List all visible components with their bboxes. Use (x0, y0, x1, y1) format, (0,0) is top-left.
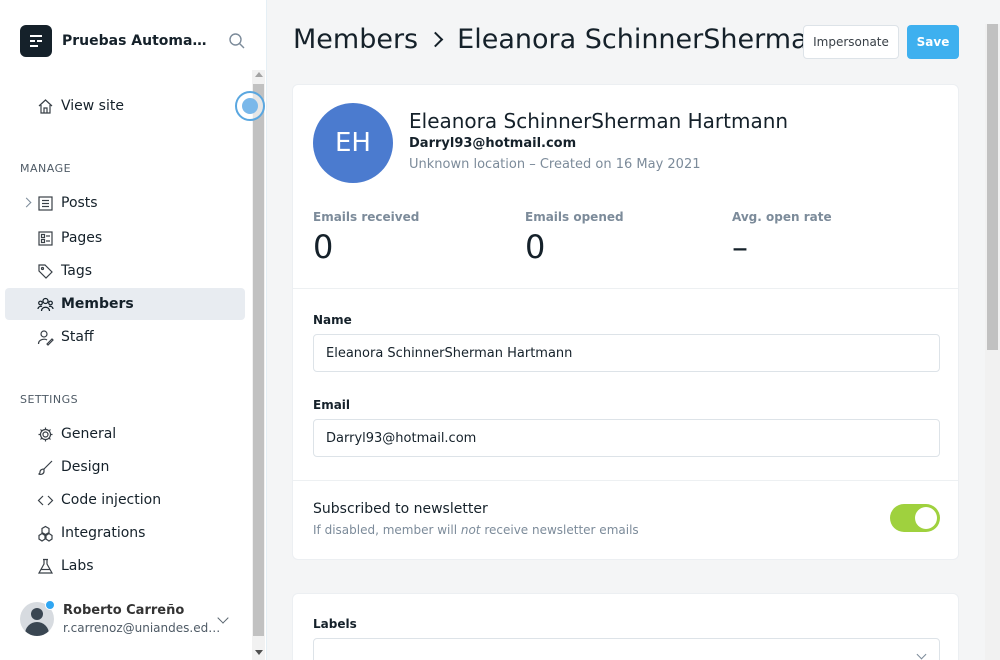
impersonate-button[interactable]: Impersonate (803, 25, 899, 59)
newsletter-toggle[interactable] (890, 504, 940, 532)
nav-label: Members (61, 296, 134, 312)
nav-view-site[interactable]: View site (5, 90, 245, 122)
labels-select[interactable] (313, 638, 940, 660)
tag-icon (38, 264, 53, 279)
site-title: Pruebas Automatización (62, 33, 212, 49)
nav-label: Pages (61, 230, 103, 246)
divider (293, 480, 958, 481)
stat-label: Avg. open rate (732, 210, 832, 224)
pages-icon (38, 231, 53, 246)
stat-value: 0 (525, 228, 546, 266)
user-email: r.carrenoz@uniandes.edu.co (63, 621, 223, 635)
stat-label: Emails opened (525, 210, 624, 224)
posts-icon (38, 196, 53, 211)
member-profile-card: EH Eleanora SchinnerSherman Hartmann Dar… (292, 84, 959, 560)
nav-integrations[interactable]: Integrations (5, 517, 245, 549)
nav-label: Staff (61, 329, 94, 345)
nav-label: View site (61, 98, 124, 114)
nav-members[interactable]: Members (5, 288, 245, 320)
save-button[interactable]: Save (907, 25, 959, 59)
manage-section-title: MANAGE (20, 162, 72, 175)
nav-code-injection[interactable]: Code injection (5, 484, 245, 516)
nav-label: Labs (61, 558, 94, 574)
chevron-down-icon (916, 649, 927, 660)
stat-label: Emails received (313, 210, 420, 224)
labels-label: Labels (313, 617, 357, 631)
sidebar-scrollbar[interactable] (252, 70, 265, 660)
member-full-name: Eleanora SchinnerSherman Hartmann (409, 109, 789, 133)
gear-icon (38, 427, 53, 442)
cursor-indicator (235, 91, 265, 121)
page-title: Eleanora SchinnerSherman (457, 24, 825, 55)
nav-label: Design (61, 459, 110, 475)
divider (293, 288, 958, 289)
name-input[interactable] (313, 334, 940, 372)
breadcrumb-members-link[interactable]: Members (293, 24, 418, 55)
scrollbar-thumb[interactable] (253, 84, 264, 636)
main-scrollbar[interactable] (985, 24, 1000, 660)
email-input[interactable] (313, 419, 940, 457)
newsletter-title: Subscribed to newsletter (313, 501, 488, 517)
member-meta: Unknown location – Created on 16 May 202… (409, 157, 701, 172)
settings-section-title: SETTINGS (20, 393, 79, 406)
nav-label: Posts (61, 195, 98, 211)
nav-general[interactable]: General (5, 418, 245, 450)
stat-open-rate: Avg. open rate – (732, 210, 832, 266)
staff-icon (37, 330, 54, 346)
user-menu[interactable]: Roberto Carreño r.carrenoz@uniandes.edu.… (20, 600, 250, 640)
nav-label: Tags (61, 263, 92, 279)
sidebar: Pruebas Automatización View site MANAGE … (0, 0, 267, 660)
scroll-up-arrow-icon[interactable] (255, 72, 263, 77)
nav-posts[interactable]: Posts (5, 187, 245, 219)
breadcrumb: Members Eleanora SchinnerSherman (293, 24, 825, 55)
nav-staff[interactable]: Staff (5, 321, 245, 353)
nav-label: General (61, 426, 117, 442)
ghost-logo-icon (20, 25, 52, 57)
integrations-icon (38, 525, 53, 542)
stat-value: – (732, 228, 748, 266)
main-content: Members Eleanora SchinnerSherman Imperso… (267, 0, 1000, 660)
nav-design[interactable]: Design (5, 451, 245, 483)
search-icon[interactable] (228, 32, 246, 54)
stat-emails-opened: Emails opened 0 (525, 210, 624, 266)
brand[interactable]: Pruebas Automatización (20, 25, 212, 57)
name-label: Name (313, 313, 352, 327)
members-icon (37, 297, 54, 312)
nav-label: Integrations (61, 525, 146, 541)
scroll-down-arrow-icon[interactable] (255, 650, 263, 655)
nav-labs[interactable]: Labs (5, 550, 245, 582)
labels-card: Labels (292, 593, 959, 660)
nav-pages[interactable]: Pages (5, 222, 245, 254)
brush-icon (38, 460, 53, 475)
user-name: Roberto Carreño (63, 603, 185, 618)
member-email: Darryl93@hotmail.com (409, 136, 577, 151)
code-icon (37, 495, 54, 506)
stat-emails-received: Emails received 0 (313, 210, 419, 266)
stat-value: 0 (313, 228, 334, 266)
home-icon (38, 99, 53, 114)
newsletter-description: If disabled, member will not receive new… (313, 523, 639, 537)
nav-label: Code injection (61, 492, 162, 508)
notification-dot (45, 600, 55, 610)
email-label: Email (313, 398, 351, 412)
member-avatar: EH (313, 103, 393, 183)
expand-chevron-icon[interactable] (21, 197, 32, 208)
chevron-right-icon (427, 31, 444, 48)
toggle-knob (915, 507, 937, 529)
nav-tags[interactable]: Tags (5, 255, 245, 287)
flask-icon (37, 558, 54, 574)
scrollbar-thumb[interactable] (987, 24, 998, 350)
